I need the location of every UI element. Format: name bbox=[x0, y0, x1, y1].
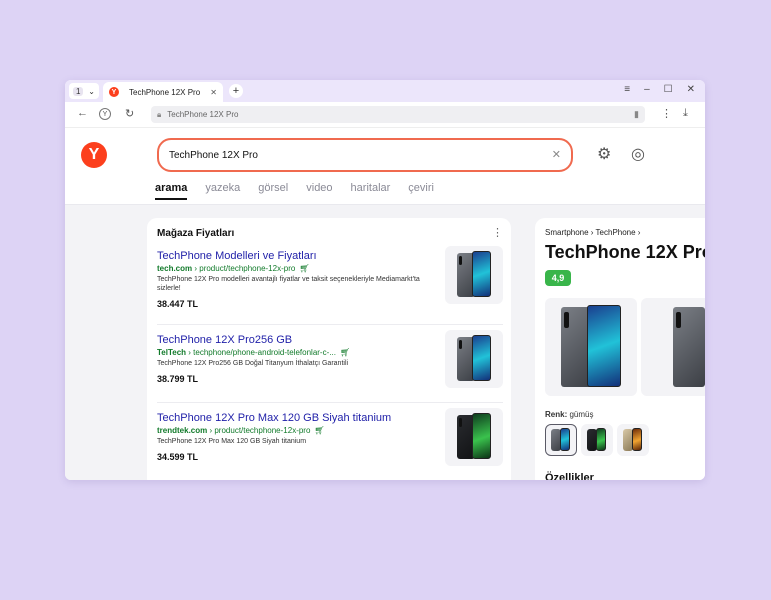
url-input[interactable]: 🔒︎ TechPhone 12X Pro ▮ bbox=[151, 106, 645, 123]
new-tab-button[interactable]: + bbox=[229, 84, 243, 98]
camera-search-icon[interactable]: ◎ bbox=[631, 144, 645, 164]
product-panel: Smartphone › TechPhone › TechPhone 12X P… bbox=[535, 218, 705, 480]
tab-gorsel[interactable]: görsel bbox=[258, 182, 288, 194]
color-swatch-gold[interactable] bbox=[617, 424, 649, 456]
color-label-key: Renk: bbox=[545, 410, 568, 419]
store-result[interactable]: TechPhone 12X Pro256 GB TelTech › techph… bbox=[157, 330, 503, 388]
bookmark-icon[interactable]: ▮ bbox=[634, 109, 639, 120]
tab-counter-button[interactable]: 1 ⌄ bbox=[69, 83, 99, 99]
cart-icon: 🛒︎ bbox=[299, 264, 310, 273]
store-prices-card: Mağaza Fiyatları ⋮ TechPhone Modelleri v… bbox=[147, 218, 511, 480]
tab-count: 1 bbox=[73, 86, 84, 96]
address-bar-row: ← Y ↻ 🔒︎ TechPhone 12X Pro ▮ ⋮ ⤓ bbox=[65, 102, 705, 128]
result-path: › product/techphone-12x-pro bbox=[209, 426, 311, 435]
download-icon[interactable]: ⤓ bbox=[683, 107, 688, 120]
result-divider bbox=[157, 402, 503, 403]
breadcrumb[interactable]: Smartphone › TechPhone › bbox=[545, 228, 640, 237]
search-input[interactable]: TechPhone 12X Pro ✕ bbox=[157, 138, 573, 172]
color-label: Renk: gümüş bbox=[545, 410, 593, 419]
result-description: TechPhone 12X Pro Max 120 GB Siyah titan… bbox=[157, 438, 307, 445]
rating-badge[interactable]: 4,9 bbox=[545, 270, 571, 286]
store-result[interactable]: TechPhone 12X Pro Max 120 GB Siyah titan… bbox=[157, 408, 503, 466]
result-path: › techphone/phone-android-telefonlar-c-.… bbox=[188, 348, 336, 357]
product-image[interactable] bbox=[641, 298, 705, 396]
result-domain: trendtek.com bbox=[157, 426, 208, 435]
search-query-text: TechPhone 12X Pro bbox=[169, 149, 258, 161]
chevron-down-icon: ⌄ bbox=[88, 86, 95, 96]
result-path: › product/techphone-12x-pro bbox=[194, 264, 296, 273]
color-swatch-black[interactable] bbox=[581, 424, 613, 456]
product-title: TechPhone 12X Pro bbox=[545, 242, 705, 262]
close-window-icon[interactable]: ✕ bbox=[687, 84, 695, 95]
features-heading: Özellikler bbox=[545, 472, 594, 480]
lock-icon: 🔒︎ bbox=[157, 109, 162, 119]
product-thumbnail[interactable] bbox=[445, 330, 503, 388]
url-text: TechPhone 12X Pro bbox=[167, 110, 239, 119]
yandex-home-icon[interactable]: Y bbox=[99, 108, 111, 120]
store-result[interactable]: TechPhone Modelleri ve Fiyatları tech.co… bbox=[157, 246, 503, 309]
more-vertical-icon[interactable]: ⋮ bbox=[492, 226, 503, 239]
tab-yazeka[interactable]: yazeka bbox=[205, 182, 240, 194]
result-description: TechPhone 12X Pro256 GB Doğal Titanyum İ… bbox=[157, 360, 349, 367]
browser-tab[interactable]: Y TechPhone 12X Pro ✕ bbox=[103, 82, 223, 102]
cart-icon: 🛒︎ bbox=[339, 348, 351, 357]
result-domain: tech.com bbox=[157, 264, 193, 273]
window-controls: ≡ – ☐ ✕ bbox=[624, 84, 695, 95]
tab-haritalar[interactable]: haritalar bbox=[351, 182, 391, 194]
close-icon[interactable]: ✕ bbox=[210, 88, 217, 97]
menu-icon[interactable]: ≡ bbox=[624, 84, 630, 95]
reload-icon[interactable]: ↻ bbox=[125, 107, 134, 120]
desktop-background: 1 ⌄ Y TechPhone 12X Pro ✕ + ≡ – ☐ ✕ ← Y … bbox=[0, 0, 771, 600]
tab-arama[interactable]: arama bbox=[155, 182, 188, 200]
result-divider bbox=[157, 324, 503, 325]
yandex-logo[interactable]: Y bbox=[81, 142, 107, 168]
maximize-icon[interactable]: ☐ bbox=[664, 84, 673, 95]
clear-icon[interactable]: ✕ bbox=[552, 148, 561, 161]
result-description: TechPhone 12X Pro modelleri avantajlı fi… bbox=[157, 276, 420, 292]
tab-title: TechPhone 12X Pro bbox=[129, 87, 201, 97]
product-thumbnail[interactable] bbox=[445, 408, 503, 466]
back-arrow-icon[interactable]: ← bbox=[77, 107, 88, 119]
tab-strip: 1 ⌄ Y TechPhone 12X Pro ✕ + ≡ – ☐ ✕ bbox=[65, 80, 705, 102]
tab-ceviri[interactable]: çeviri bbox=[408, 182, 434, 194]
card-title: Mağaza Fiyatları bbox=[157, 228, 235, 239]
product-image[interactable] bbox=[545, 298, 637, 396]
tab-video[interactable]: video bbox=[306, 182, 332, 194]
cart-icon: 🛒︎ bbox=[314, 426, 325, 435]
browser-window: 1 ⌄ Y TechPhone 12X Pro ✕ + ≡ – ☐ ✕ ← Y … bbox=[65, 80, 705, 480]
yandex-favicon-icon: Y bbox=[109, 87, 119, 97]
more-vertical-icon[interactable]: ⋮ bbox=[661, 107, 672, 120]
product-thumbnail[interactable] bbox=[445, 246, 503, 304]
filter-settings-icon[interactable]: ⚙︎ bbox=[597, 144, 611, 164]
color-swatch-silver[interactable] bbox=[545, 424, 577, 456]
result-domain: TelTech bbox=[157, 348, 187, 357]
minimize-icon[interactable]: – bbox=[644, 84, 650, 95]
color-value: gümüş bbox=[569, 410, 594, 419]
search-verticals: arama yazeka görsel video haritalar çevi… bbox=[155, 182, 434, 200]
